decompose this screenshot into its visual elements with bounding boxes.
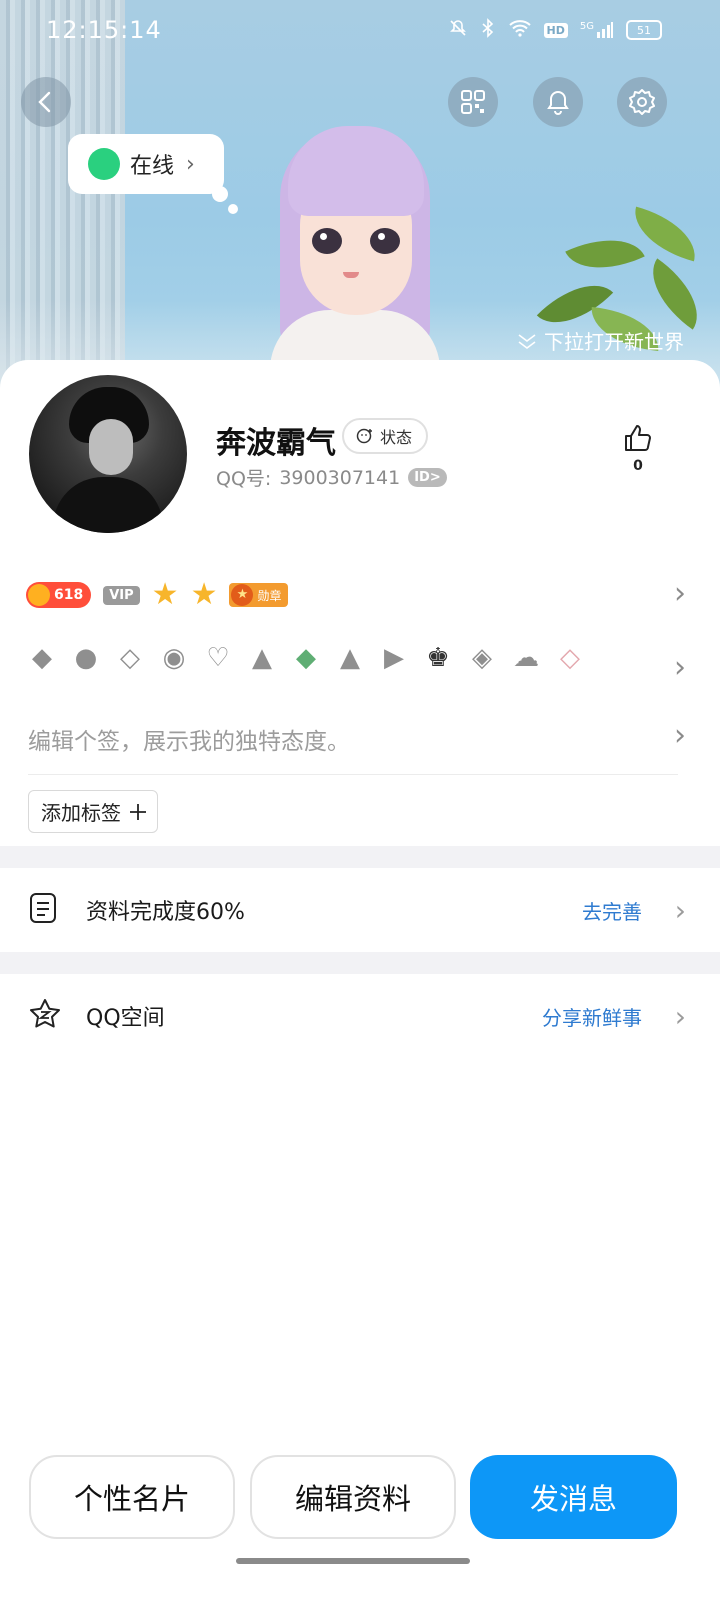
profile-card-button[interactable]: 个性名片 [29,1455,235,1539]
settings-button[interactable] [617,77,667,127]
badges-chevron-icon[interactable]: › [674,576,686,611]
online-status-bubble[interactable]: 在线 › [68,134,224,194]
badges-row[interactable]: 618 VIP ★ ★ ★ 勋章 [26,578,686,612]
back-button[interactable] [21,77,71,127]
heart-icon: ♡ [206,643,230,673]
battery-icon: 51 [626,20,662,40]
medal-label: 勋章 [257,588,282,603]
chevron-right-icon: › [674,999,686,1033]
emerald-icon: ◆ [296,643,316,673]
status-label: 状态 [380,428,413,447]
section-gap [0,952,720,974]
qq-number-row: QQ号: 3900307141 ID> [216,464,447,491]
document-icon [28,892,58,928]
qr-code-button[interactable] [448,77,498,127]
medal-icon: ★ [231,584,254,606]
add-tag-label: 添加标签 [41,801,121,825]
profile-completion-label: 资料完成度60% [86,900,245,925]
status-bar: 12:15:14 HD 5G 51 [0,0,720,62]
mountain-icon: ▲ [340,643,360,673]
qzone-label: QQ空间 [86,1006,165,1031]
pull-down-hint[interactable]: 下拉打开新世界 [516,326,684,355]
star-icon: ★ [151,577,179,612]
cloud-icon: ☁ [513,643,539,673]
penguin-crown-icon: ◆ [32,643,52,673]
medal-badge[interactable]: ★ 勋章 [229,583,288,607]
chevron-right-icon: › [674,893,686,927]
penguin-icon: ● [74,643,98,673]
qzone-row[interactable]: QQ空间 分享新鲜事 › [0,974,720,1058]
game-icons-row[interactable]: ◆ ● ◇ ◉ ♡ ▲ ◆ ▲ ▶ ♚ ◈ ☁ ◇ [26,642,586,674]
like-button[interactable]: 0 [618,422,658,474]
bomb-icon: ◉ [162,643,186,673]
section-gap [0,846,720,868]
penguin-king-icon: ♚ [426,643,450,673]
wifi-icon [508,19,532,41]
crystal-icon: ◈ [472,643,492,673]
chevron-right-icon: › [186,151,195,177]
notification-button[interactable] [533,77,583,127]
mountain-gem-icon: ▲ [252,643,272,673]
hd-badge: HD [543,22,568,38]
like-count: 0 [633,458,643,474]
pull-hint-label: 下拉打开新世界 [544,330,684,354]
divider [28,774,678,775]
send-message-button[interactable]: 发消息 [470,1455,677,1539]
star-z-icon [28,997,62,1035]
thumbs-up-icon [625,425,651,451]
edit-profile-button[interactable]: 编辑资料 [250,1455,456,1539]
play-icon: ▶ [384,643,404,673]
profile-name: 奔波霸气 [216,426,336,461]
gear-icon [629,89,655,115]
double-chevron-down-icon [518,333,536,349]
vip-badge[interactable]: VIP [103,585,140,605]
signature-chevron-icon[interactable]: › [674,718,686,753]
id-badge[interactable]: ID> [408,468,447,487]
bell-icon [547,90,569,115]
icons-chevron-icon[interactable]: › [674,650,686,685]
complete-profile-link[interactable]: 去完善 [582,896,642,925]
add-tag-button[interactable]: 添加标签 [28,790,158,833]
profile-completion-row[interactable]: 资料完成度60% 去完善 › [0,868,720,952]
bubble-tail [212,186,228,202]
profile-card: 奔波霸气 状态 QQ号: 3900307141 ID> 0 618 VIP ★ … [0,360,720,1600]
home-indicator[interactable] [236,1558,470,1564]
signature-placeholder[interactable]: 编辑个签，展示我的独特态度。 [28,722,350,756]
avatar[interactable] [29,375,187,533]
coin-badge[interactable]: 618 [26,582,92,608]
chevron-left-icon [38,91,51,113]
signal-icon: 5G [580,21,614,39]
coin-value: 618 [54,587,84,603]
profile-hero[interactable]: 12:15:14 HD 5G 51 在线 › 下拉打开新世界 [0,0,720,400]
plus-icon [130,803,146,820]
qr-code-icon [461,90,485,114]
online-status-label: 在线 [130,154,175,179]
qq-number: 3900307141 [279,466,401,489]
set-status-button[interactable]: 状态 [342,418,429,454]
online-dot-icon [88,148,120,180]
zplan-avatar[interactable] [250,120,470,400]
share-news-link[interactable]: 分享新鲜事 [542,1002,642,1031]
qq-prefix: QQ号: [216,468,272,490]
bubble-tail-small [228,204,238,214]
coin-icon [28,584,50,606]
smile-plus-icon [356,428,372,444]
status-time: 12:15:14 [46,16,162,44]
star-icon: ★ [190,577,218,612]
diamond-icon: ◇ [120,643,140,673]
mute-icon [448,18,468,42]
bluetooth-icon [480,18,496,42]
pink-diamond-icon: ◇ [560,643,580,673]
